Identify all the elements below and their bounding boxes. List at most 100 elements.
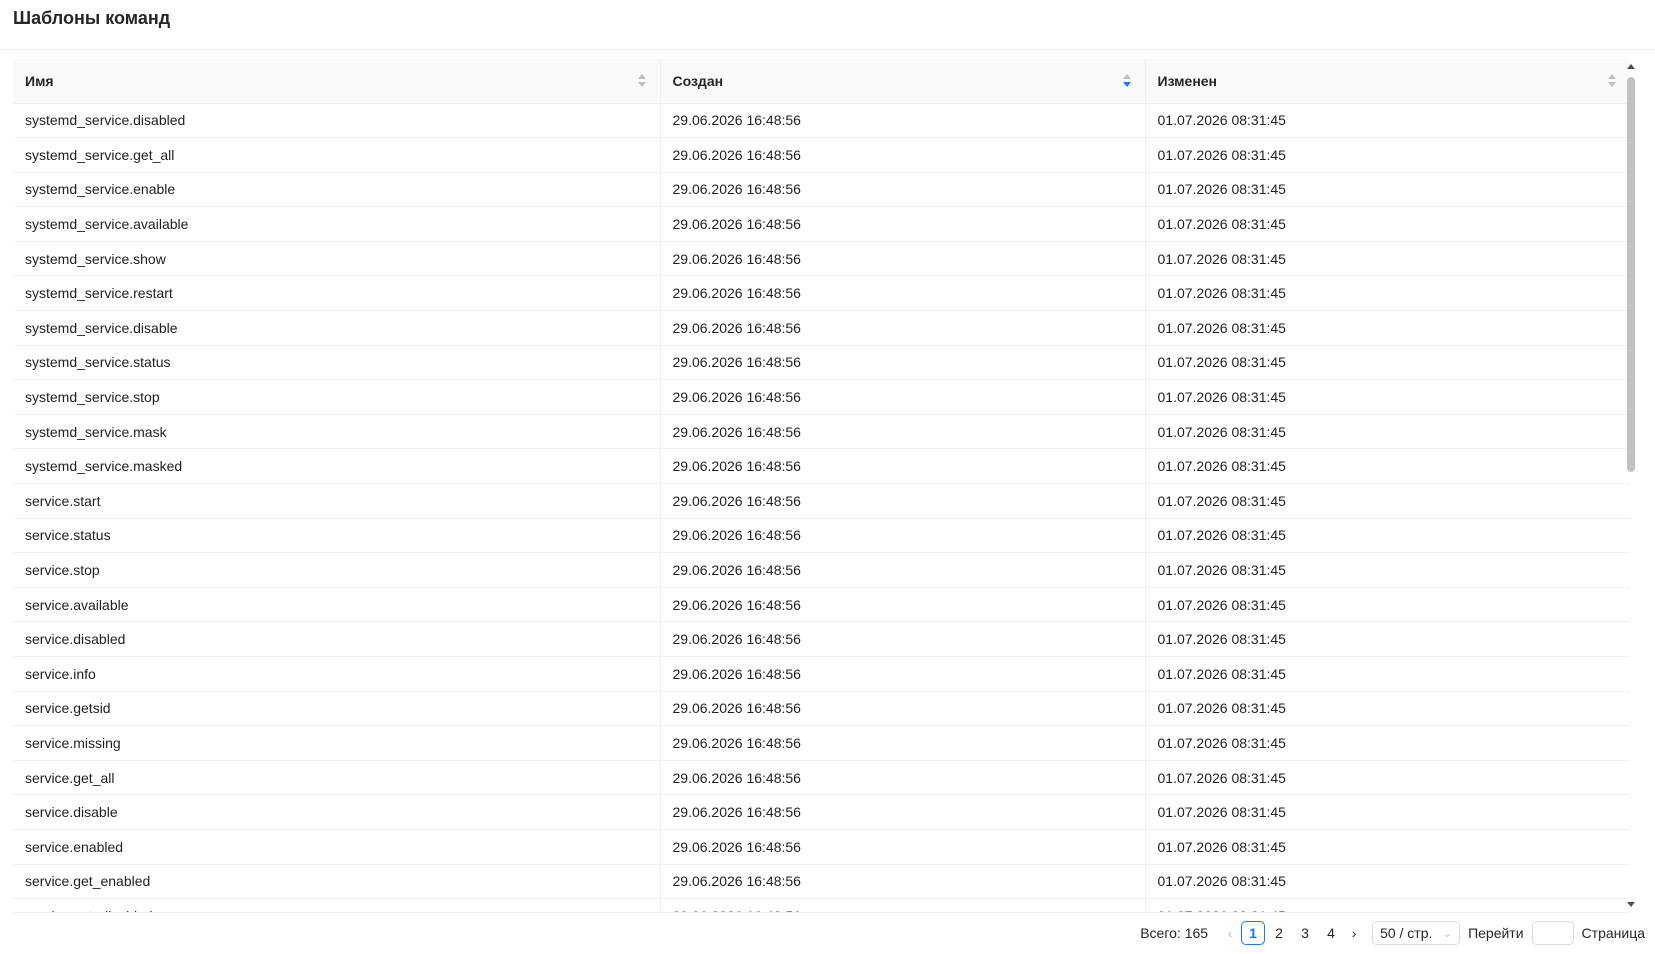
cell-name: service.enabled <box>13 829 660 865</box>
table-row[interactable]: service.stop 29.06.2026 16:48:56 01.07.202… <box>13 552 1630 588</box>
cell-name: service.getsid <box>13 691 660 727</box>
cell-modified: 01.07.2026 08:31:45 <box>1144 241 1630 277</box>
table-row[interactable]: systemd_service.status 29.06.2026 16:48:5… <box>13 345 1630 381</box>
column-header-created[interactable]: Создан <box>659 59 1145 104</box>
table-row[interactable]: service.get_all 29.06.2026 16:48:56 01.07.… <box>13 760 1630 796</box>
cell-modified: 01.07.2026 08:31:45 <box>1144 137 1630 173</box>
table-row[interactable]: service.disabled 29.06.2026 16:48:56 01.07… <box>13 621 1630 657</box>
page-2-button[interactable]: 2 <box>1267 921 1291 945</box>
table-row[interactable]: service.get_disabled29.06.2026 16:48:560… <box>13 898 1630 912</box>
cell-created: 29.06.2026 16:48:56 <box>659 310 1145 346</box>
cell-created: 29.06.2026 16:48:56 <box>659 864 1145 900</box>
page-4-button[interactable]: 4 <box>1319 921 1343 945</box>
next-page-icon[interactable]: › <box>1344 921 1364 945</box>
cell-created: 29.06.2026 16:48:56 <box>659 691 1145 727</box>
sort-icon[interactable] <box>637 73 646 89</box>
table-row[interactable]: systemd_service.disable 29.06.2026 16:48:… <box>13 310 1630 346</box>
table-row[interactable]: service.enabled 29.06.2026 16:48:56 01.07.… <box>13 829 1630 865</box>
table-row[interactable]: systemd_service.stop 29.06.2026 16:48:56 0… <box>13 379 1630 415</box>
table-header-row: Имя Создан Изменен <box>13 59 1630 104</box>
cell-modified: 01.07.2026 08:31:45 <box>1144 206 1630 242</box>
title-divider <box>0 49 1655 50</box>
sort-icon[interactable] <box>1608 73 1616 89</box>
table-row[interactable]: service.disable 29.06.2026 16:48:56 01.07.… <box>13 794 1630 830</box>
column-header-modified[interactable]: Изменен <box>1144 59 1630 104</box>
cell-created: 29.06.2026 16:48:56 <box>659 103 1145 139</box>
jump-page-input[interactable] <box>1531 921 1574 945</box>
cell-name: service.stop <box>13 552 660 588</box>
cell-name: systemd_service.disabled <box>13 103 660 139</box>
cell-name: service.get_enabled <box>13 864 660 900</box>
cell-modified: 01.07.2026 08:31:45 <box>1144 345 1630 381</box>
cell-created: 29.06.2026 16:48:56 <box>659 206 1145 242</box>
cell-name: systemd_service.status <box>13 345 660 381</box>
scroll-up-arrow-icon[interactable] <box>1627 64 1635 69</box>
page-1-button[interactable]: 1 <box>1241 921 1266 945</box>
table-row[interactable]: systemd_service.restart 29.06.2026 16:48:… <box>13 275 1630 312</box>
cell-created: 29.06.2026 16:48:56 <box>659 379 1145 415</box>
cell-modified: 01.07.2026 08:31:45 <box>1144 829 1630 865</box>
cell-modified: 01.07.2026 08:31:45 <box>1144 379 1630 415</box>
cell-modified: 01.07.2026 08:31:45 <box>1144 483 1630 519</box>
cell-name: service.disable <box>13 794 660 830</box>
cell-name: service.get_all <box>13 760 660 796</box>
cell-created: 29.06.2026 16:48:56 <box>659 414 1145 450</box>
pagination: Всего: 165 ‹ 1 2 3 4 › 50 / стр. ⌄ Перей… <box>1140 921 1645 945</box>
table-row[interactable]: service.status 29.06.2026 16:48:56 01.07.2… <box>13 518 1630 554</box>
cell-created: 29.06.2026 16:48:56 <box>659 241 1145 277</box>
cell-name: service.missing <box>13 725 660 761</box>
table-row[interactable]: systemd_service.mask 29.06.2026 16:48:56 0… <box>13 414 1630 450</box>
cell-created: 29.06.2026 16:48:56 <box>659 898 1145 912</box>
table-row[interactable]: systemd_service.get_all 29.06.2026 16:48:… <box>13 137 1630 173</box>
table-row[interactable]: systemd_service.masked 29.06.2026 16:48:5… <box>13 448 1630 485</box>
cell-created: 29.06.2026 16:48:56 <box>659 518 1145 554</box>
cell-name: systemd_service.show <box>13 241 660 277</box>
column-header-name[interactable]: Имя <box>13 59 660 104</box>
column-header-label: Имя <box>25 72 54 89</box>
scroll-thumb[interactable] <box>1627 77 1635 472</box>
cell-name: systemd_service.get_all <box>13 137 660 173</box>
table-row[interactable]: systemd_service.available 29.06.2026 16:4… <box>13 206 1630 242</box>
cell-modified: 01.07.2026 08:31:45 <box>1144 552 1630 588</box>
table-row[interactable]: systemd_service.disabled 29.06.2026 16:48… <box>13 103 1630 139</box>
table-row[interactable]: service.getsid 29.06.2026 16:48:56 01.07.2… <box>13 691 1630 727</box>
cell-created: 29.06.2026 16:48:56 <box>659 275 1145 312</box>
column-header-label: Создан <box>672 72 724 89</box>
cell-name: service.disabled <box>13 621 660 657</box>
cell-modified: 01.07.2026 08:31:45 <box>1144 656 1630 692</box>
table-row[interactable]: systemd_service.enable 29.06.2026 16:48:5… <box>13 172 1630 208</box>
cell-name: systemd_service.masked <box>13 448 660 485</box>
cell-name: systemd_service.restart <box>13 275 660 312</box>
table-row[interactable]: service.missing 29.06.2026 16:48:56 01.07.… <box>13 725 1630 761</box>
cell-created: 29.06.2026 16:48:56 <box>659 345 1145 381</box>
page-3-button[interactable]: 3 <box>1293 921 1317 945</box>
page-size-select[interactable]: 50 / стр. ⌄ <box>1372 921 1461 945</box>
cell-modified: 01.07.2026 08:31:45 <box>1144 103 1630 139</box>
jump-suffix: Страница <box>1581 925 1645 941</box>
table-row[interactable]: service.info 29.06.2026 16:48:56 01.07.202… <box>13 656 1630 692</box>
templates-table: Имя Создан Изменен systemd_service.disab… <box>13 59 1630 913</box>
table-row[interactable]: service.available 29.06.2026 16:48:56 01.0… <box>13 587 1630 623</box>
prev-page-icon[interactable]: ‹ <box>1220 921 1240 945</box>
column-header-label: Изменен <box>1157 72 1218 89</box>
sort-descending-icon[interactable] <box>1122 73 1131 89</box>
table-row[interactable]: service.start 29.06.2026 16:48:56 01.07.20… <box>13 483 1630 519</box>
cell-created: 29.06.2026 16:48:56 <box>659 794 1145 830</box>
cell-modified: 01.07.2026 08:31:45 <box>1144 691 1630 727</box>
cell-created: 29.06.2026 16:48:56 <box>659 725 1145 761</box>
cell-name: systemd_service.stop <box>13 379 660 415</box>
scroll-down-arrow-icon[interactable] <box>1627 902 1635 907</box>
cell-name: systemd_service.disable <box>13 310 660 346</box>
cell-name: service.status <box>13 518 660 554</box>
cell-created: 29.06.2026 16:48:56 <box>659 483 1145 519</box>
cell-name: systemd_service.mask <box>13 414 660 450</box>
chevron-down-icon: ⌄ <box>1442 927 1453 940</box>
cell-created: 29.06.2026 16:48:56 <box>659 552 1145 588</box>
cell-name: systemd_service.enable <box>13 172 660 208</box>
table-row[interactable]: service.get_enabled 29.06.2026 16:48:56 01… <box>13 864 1630 900</box>
cell-modified: 01.07.2026 08:31:45 <box>1144 587 1630 623</box>
cell-modified: 01.07.2026 08:31:45 <box>1144 448 1630 485</box>
cell-modified: 01.07.2026 08:31:45 <box>1144 794 1630 830</box>
table-scrollbar[interactable] <box>1625 59 1637 912</box>
table-row[interactable]: systemd_service.show 29.06.2026 16:48:56 0… <box>13 241 1630 277</box>
